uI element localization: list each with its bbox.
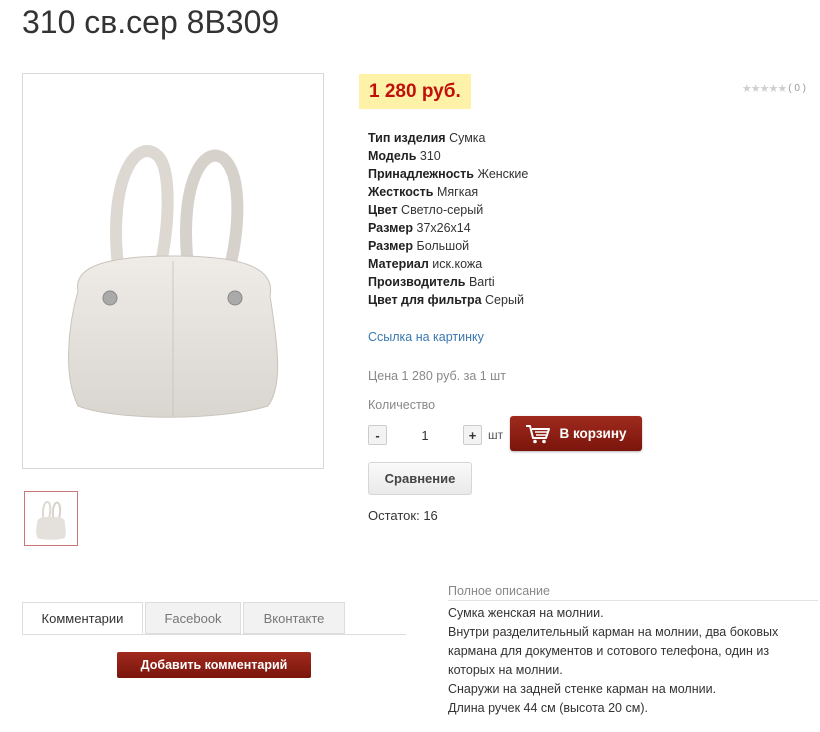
handbag-thumbnail-icon bbox=[36, 500, 66, 540]
spec-value: 37х26х14 bbox=[416, 221, 471, 235]
tab-facebook[interactable]: Facebook bbox=[145, 602, 241, 634]
rating-stars-icon: ★★★★★ bbox=[741, 83, 787, 95]
spec-row: Производитель Barti bbox=[368, 273, 528, 291]
spec-row: Цвет для фильтра Серый bbox=[368, 291, 528, 309]
image-link[interactable]: Ссылка на картинку bbox=[368, 330, 484, 344]
spec-value: Большой bbox=[416, 239, 470, 253]
quantity-stepper: - + шт bbox=[368, 424, 503, 446]
cart-icon bbox=[526, 424, 551, 443]
spec-value: иск.кожа bbox=[432, 257, 483, 271]
spec-value: Светло-серый bbox=[401, 203, 484, 217]
comment-tabs: Комментарии Facebook Вконтакте bbox=[22, 602, 406, 635]
handbag-image bbox=[68, 145, 279, 418]
rating[interactable]: ★★★★★ ( 0 ) bbox=[742, 82, 806, 95]
spec-key: Размер bbox=[368, 221, 414, 235]
description-heading: Полное описание bbox=[448, 584, 818, 601]
spec-row: Размер Большой bbox=[368, 237, 528, 255]
add-comment-button[interactable]: Добавить комментарий bbox=[117, 652, 311, 678]
description-text: Сумка женская на молнии. Внутри разделит… bbox=[448, 604, 818, 718]
product-thumbnail[interactable] bbox=[24, 491, 78, 546]
page-title: 310 св.сер 8В309 bbox=[22, 4, 280, 40]
description-line: Снаружи на задней стенке карман на молни… bbox=[448, 682, 717, 696]
spec-key: Жесткость bbox=[368, 185, 434, 199]
spec-row: Тип изделия Сумка bbox=[368, 129, 528, 147]
spec-value: Сумка bbox=[449, 131, 486, 145]
product-specs: Тип изделия Сумка Модель 310 Принадлежно… bbox=[368, 129, 528, 309]
spec-value: Barti bbox=[468, 275, 495, 289]
quantity-unit: шт bbox=[488, 428, 504, 442]
quantity-minus-button[interactable]: - bbox=[368, 425, 387, 445]
spec-value: Мягкая bbox=[436, 185, 479, 199]
spec-row: Цвет Светло-серый bbox=[368, 201, 528, 219]
product-main-image[interactable] bbox=[22, 73, 324, 469]
add-to-cart-label: В корзину bbox=[559, 426, 627, 441]
rating-count: ( 0 ) bbox=[788, 83, 806, 94]
spec-row: Модель 310 bbox=[368, 147, 528, 165]
quantity-label: Количество bbox=[368, 398, 436, 412]
spec-key: Размер bbox=[368, 239, 414, 253]
description-line: Длина ручек 44 см (высота 20 см). bbox=[448, 701, 648, 715]
spec-key: Тип изделия bbox=[368, 131, 446, 145]
spec-row: Жесткость Мягкая bbox=[368, 183, 528, 201]
spec-row: Принадлежность Женские bbox=[368, 165, 528, 183]
spec-value: 310 bbox=[419, 149, 441, 163]
description-line: кармана для документов и сотового телефо… bbox=[448, 644, 770, 658]
price-badge: 1 280 руб. bbox=[359, 74, 471, 109]
tab-comments[interactable]: Комментарии bbox=[22, 602, 143, 634]
spec-key: Принадлежность bbox=[368, 167, 474, 181]
spec-key: Производитель bbox=[368, 275, 466, 289]
spec-value: Женские bbox=[477, 167, 529, 181]
spec-key: Цвет bbox=[368, 203, 398, 217]
unit-price-text: Цена 1 280 руб. за 1 шт bbox=[368, 369, 506, 383]
description-line: Сумка женская на молнии. bbox=[448, 606, 604, 620]
spec-row: Материал иск.кожа bbox=[368, 255, 528, 273]
quantity-plus-button[interactable]: + bbox=[463, 425, 482, 445]
spec-row: Размер 37х26х14 bbox=[368, 219, 528, 237]
add-to-cart-button[interactable]: В корзину bbox=[510, 416, 642, 451]
spec-key: Материал bbox=[368, 257, 429, 271]
compare-button[interactable]: Сравнение bbox=[368, 462, 472, 495]
tab-vkontakte[interactable]: Вконтакте bbox=[243, 602, 345, 634]
spec-key: Цвет для фильтра bbox=[368, 293, 482, 307]
spec-key: Модель bbox=[368, 149, 417, 163]
quantity-input[interactable] bbox=[387, 424, 463, 446]
description-line: Внутри разделительный карман на молнии, … bbox=[448, 625, 779, 639]
description-line: которых на молнии. bbox=[448, 663, 563, 677]
spec-value: Серый bbox=[485, 293, 524, 307]
stock-text: Остаток: 16 bbox=[368, 508, 438, 523]
